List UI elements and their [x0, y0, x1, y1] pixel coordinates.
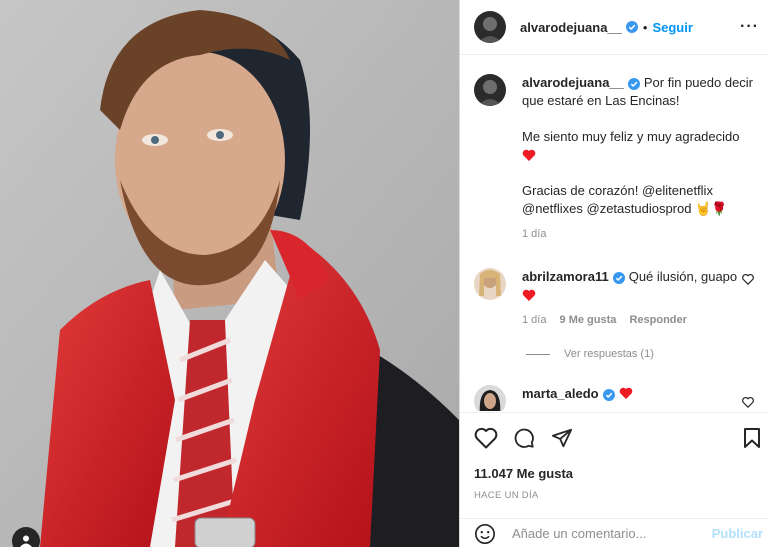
caption-text-3: Gracias de corazón! @elitenetflix @netfl…: [522, 183, 713, 216]
verified-badge-icon: [612, 271, 625, 284]
add-comment-bar: Publicar: [460, 518, 768, 547]
author-avatar[interactable]: [474, 74, 506, 106]
comment-item: marta_aledo: [474, 385, 754, 411]
commenter-username[interactable]: marta_aledo: [522, 386, 599, 401]
comment-input[interactable]: [512, 526, 702, 541]
comment-likes[interactable]: 9 Me gusta: [560, 314, 617, 326]
publish-button[interactable]: Publicar: [712, 526, 763, 541]
comment-icon[interactable]: [512, 427, 536, 449]
view-replies-button[interactable]: Ver respuestas (1): [526, 348, 654, 360]
comment-time[interactable]: 1 día: [522, 314, 546, 326]
post-photo[interactable]: [0, 0, 459, 547]
tag-user-icon[interactable]: [12, 527, 40, 547]
more-options-icon[interactable]: ···: [740, 18, 759, 36]
verified-badge-icon: [627, 77, 640, 90]
post-header: alvarodejuana__ • Seguir ···: [460, 0, 768, 55]
heart-emoji: [619, 387, 632, 399]
commenter-username[interactable]: abrilzamora11: [522, 269, 609, 284]
verified-badge-icon: [602, 388, 615, 401]
caption: alvarodejuana__ Por fin puedo decir que e…: [474, 74, 754, 240]
post-image: [0, 0, 459, 547]
heart-emoji: [522, 286, 754, 304]
separator-dot: •: [642, 19, 648, 35]
like-comment-heart-icon[interactable]: [742, 274, 754, 285]
caption-emoji: 🤘🌹: [695, 201, 728, 216]
follow-button[interactable]: Seguir: [652, 20, 692, 35]
comments-list: alvarodejuana__ Por fin puedo decir que e…: [460, 56, 768, 411]
heart-icon[interactable]: [474, 427, 498, 449]
caption-time[interactable]: 1 día: [522, 228, 546, 240]
verified-badge-icon: [625, 21, 638, 33]
caption-username[interactable]: alvarodejuana__: [522, 75, 624, 90]
author-avatar[interactable]: [474, 11, 506, 43]
reply-button[interactable]: Responder: [629, 314, 686, 326]
commenter-avatar[interactable]: [474, 268, 506, 300]
comment-item: abrilzamora11 Qué ilusión, guapo 1 día 9 …: [474, 268, 754, 326]
share-icon[interactable]: [550, 427, 574, 449]
likes-count[interactable]: 11.047 Me gusta: [474, 466, 573, 481]
like-comment-heart-icon[interactable]: [742, 397, 754, 408]
caption-text-2: Me siento muy feliz y muy agradecido: [522, 129, 740, 144]
post-actions: 11.047 Me gusta HACE UN DÍA Publicar: [460, 412, 768, 547]
post-side-panel: alvarodejuana__ • Seguir ··· alvarodejua…: [459, 0, 768, 547]
author-username[interactable]: alvarodejuana__: [520, 20, 622, 35]
bookmark-icon[interactable]: [741, 427, 763, 449]
commenter-avatar[interactable]: [474, 385, 506, 411]
view-replies-label: Ver respuestas (1): [564, 348, 654, 360]
replies-divider: [526, 353, 550, 355]
comment-text: Qué ilusión, guapo: [628, 269, 738, 284]
heart-emoji: [522, 146, 754, 164]
posted-time[interactable]: HACE UN DÍA: [474, 490, 539, 501]
emoji-icon[interactable]: [474, 523, 496, 545]
